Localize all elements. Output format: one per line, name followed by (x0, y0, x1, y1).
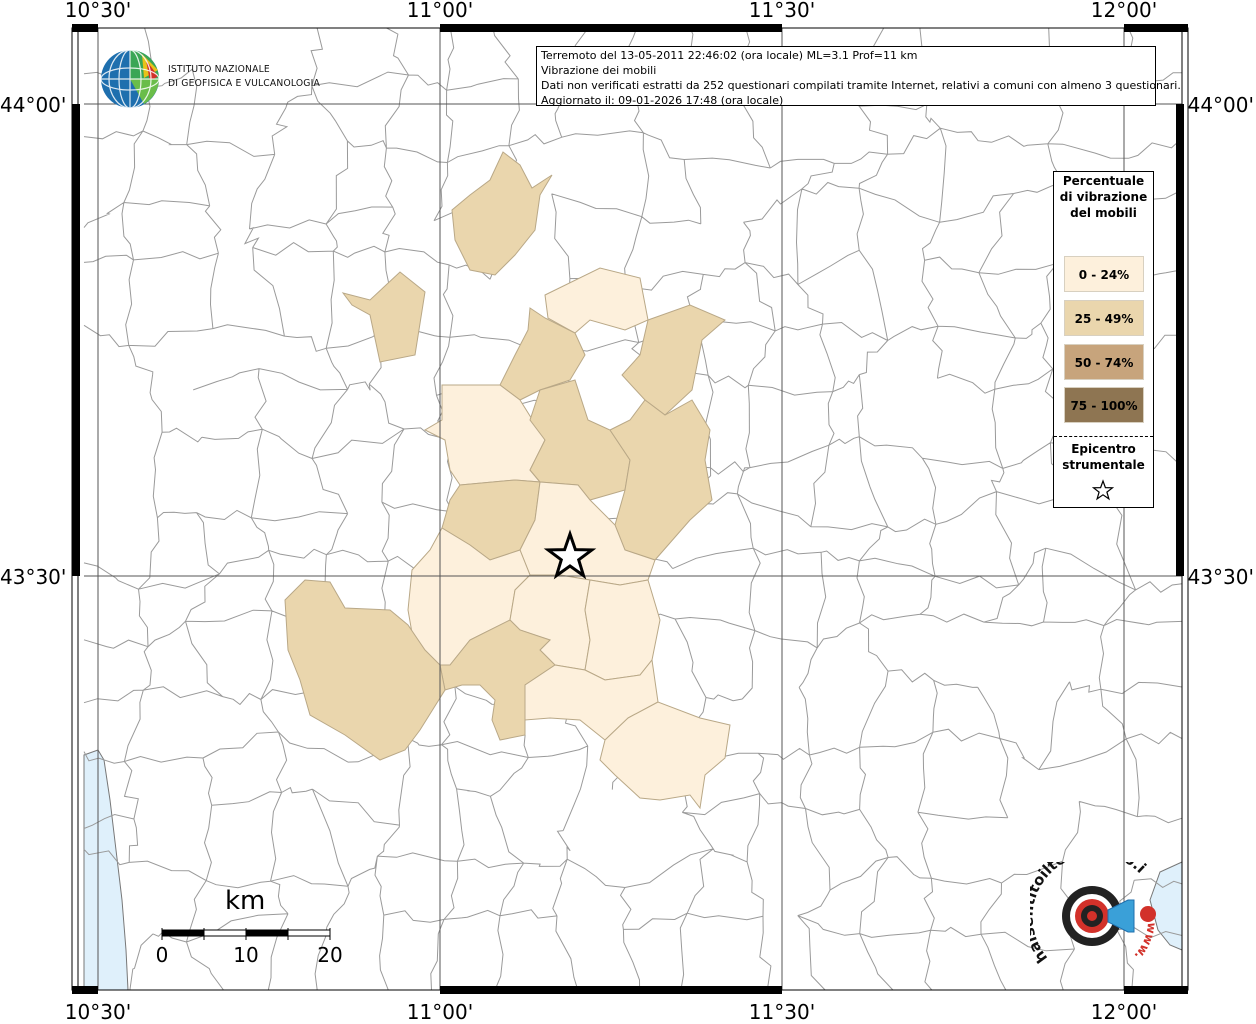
hst-logo-prefix: www. (1132, 922, 1160, 963)
ingv-name-line2: DI GEOFISICA E VULCANOLOGIA (168, 78, 320, 89)
lat-label-left: 43°30' (0, 565, 67, 589)
lon-label-bottom: 12°00' (1090, 1000, 1158, 1024)
legend: Percentuale di vibrazione del mobili 0 -… (1053, 171, 1154, 508)
legend-class-swatch: 50 - 74% (1064, 344, 1144, 380)
legend-title: Percentuale di vibrazione del mobili (1059, 174, 1148, 220)
legend-class-swatch: 75 - 100% (1064, 387, 1144, 423)
legend-class-swatch: 25 - 49% (1064, 300, 1144, 336)
lat-label-right: 43°30' (1187, 565, 1254, 589)
scale-tick-label: 0 (155, 943, 169, 967)
scale-tick-label: 20 (317, 943, 343, 967)
scale-unit: km (225, 886, 266, 916)
legend-divider (1054, 436, 1153, 437)
globe-icon (100, 49, 160, 109)
ingv-name-line1: ISTITUTO NAZIONALE (168, 64, 270, 75)
lat-label-left: 44°00' (0, 93, 67, 117)
lon-label-top: 11°00' (406, 0, 474, 22)
ingv-logo: ISTITUTO NAZIONALE DI GEOFISICA E VULCAN… (100, 48, 320, 110)
lon-label-bottom: 11°30' (748, 1000, 816, 1024)
event-info-line: Aggiornato il: 09-01-2026 17:48 (ora loc… (541, 94, 784, 107)
event-info-line: Terremoto del 13-05-2011 22:46:02 (ora l… (541, 49, 918, 62)
legend-epicenter-label: Epicentro strumentale (1062, 442, 1145, 472)
event-info-line: Dati non verificati estratti da 252 ques… (541, 79, 1181, 92)
lon-label-top: 10°30' (64, 0, 132, 22)
lon-label-top: 12°00' (1090, 0, 1158, 22)
legend-class-swatch: 0 - 24% (1064, 256, 1144, 292)
target-megaphone-icon: haisentitoilterremoto.it www. (1018, 840, 1160, 966)
svg-text:www.: www. (1132, 922, 1160, 963)
lon-label-bottom: 11°00' (406, 1000, 474, 1024)
star-icon (1092, 479, 1114, 501)
scale-tick-label: 10 (233, 943, 259, 967)
lat-label-right: 44°00' (1187, 93, 1254, 117)
event-info-box: Terremoto del 13-05-2011 22:46:02 (ora l… (536, 46, 1181, 107)
event-info-line: Vibrazione dei mobili (541, 64, 657, 77)
lon-label-bottom: 10°30' (64, 1000, 132, 1024)
hst-logo: haisentitoilterremoto.it www. (1018, 840, 1170, 982)
lon-label-top: 11°30' (748, 0, 816, 22)
